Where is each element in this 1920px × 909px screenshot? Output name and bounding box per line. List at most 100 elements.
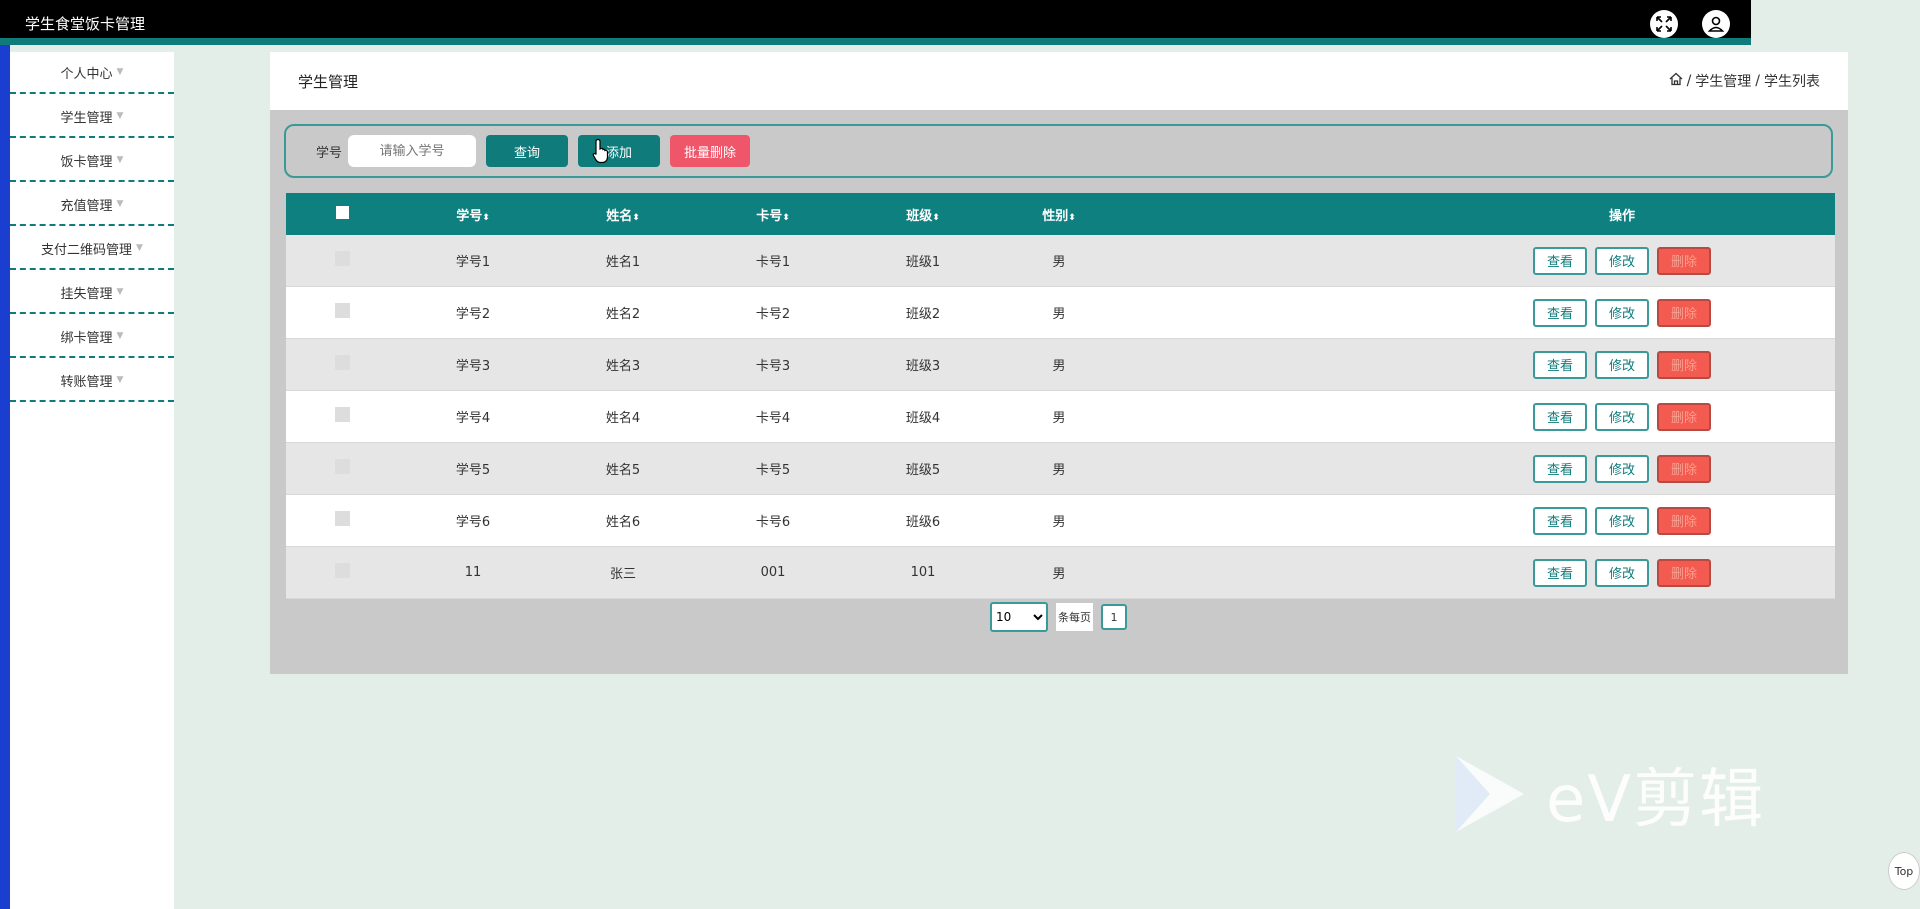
sidebar-item-card-binding-management[interactable]: 绑卡管理 ▼	[10, 316, 174, 358]
add-button[interactable]: 添加	[578, 135, 661, 167]
table-row: 学号6 姓名6 卡号6 班级6 男 查看 修改 删除	[286, 494, 1835, 547]
student-table: 学号⬍ 姓名⬍ 卡号⬍ 班级⬍ 性别⬍ 操作 学号1 姓名1 卡号1 班级1 男…	[286, 193, 1835, 599]
sidebar-item-label: 学生管理	[60, 110, 113, 126]
view-button[interactable]: 查看	[1533, 454, 1587, 483]
row-checkbox[interactable]	[334, 511, 350, 526]
cell-card: 卡号6	[698, 494, 848, 547]
view-button[interactable]: 查看	[1533, 506, 1587, 535]
breadcrumb-student-management[interactable]: 学生管理	[1695, 71, 1751, 91]
sidebar-item-qrcode-management[interactable]: 支付二维码管理 ▼	[10, 228, 174, 270]
edit-button[interactable]: 修改	[1595, 558, 1649, 587]
sidebar-item-meal-card-management[interactable]: 饭卡管理 ▼	[10, 140, 174, 182]
edit-button[interactable]: 修改	[1595, 506, 1649, 535]
sort-icon[interactable]: ⬍	[1068, 213, 1076, 223]
edit-button[interactable]: 修改	[1595, 350, 1649, 379]
delete-button[interactable]: 删除	[1657, 402, 1711, 431]
delete-button[interactable]: 删除	[1657, 454, 1711, 483]
view-button[interactable]: 查看	[1533, 558, 1587, 587]
row-checkbox-cell[interactable]	[286, 494, 398, 547]
row-checkbox[interactable]	[334, 407, 350, 422]
sidebar-item-label: 挂失管理	[60, 286, 113, 302]
row-checkbox-cell[interactable]	[286, 235, 398, 287]
cell-class: 班级4	[848, 390, 998, 443]
query-button[interactable]: 查询	[486, 135, 569, 167]
select-all-header[interactable]	[286, 193, 398, 235]
edit-button[interactable]: 修改	[1595, 298, 1649, 327]
cell-student-id: 学号1	[398, 235, 548, 287]
hand-cursor-icon	[592, 138, 612, 168]
cell-gender: 男	[998, 442, 1120, 495]
view-button[interactable]: 查看	[1533, 246, 1587, 275]
cell-class: 班级2	[848, 286, 998, 339]
delete-button[interactable]: 删除	[1657, 506, 1711, 535]
sidebar-item-label: 充值管理	[60, 198, 113, 214]
caret-down-icon: ▼	[116, 287, 124, 297]
row-checkbox[interactable]	[334, 355, 350, 370]
delete-button[interactable]: 删除	[1657, 298, 1711, 327]
col-header-gender[interactable]: 性别⬍	[998, 193, 1120, 235]
panel-header: 学生管理 / 学生管理 / 学生列表	[270, 52, 1848, 110]
sidebar-item-loss-report-management[interactable]: 挂失管理 ▼	[10, 272, 174, 314]
view-button[interactable]: 查看	[1533, 402, 1587, 431]
top-bar: 学生食堂饭卡管理	[0, 0, 1751, 45]
cell-actions: 查看 修改 删除	[1120, 235, 1835, 287]
col-header-label: 班级	[906, 208, 933, 224]
row-checkbox-cell[interactable]	[286, 546, 398, 599]
sidebar-item-transfer-management[interactable]: 转账管理 ▼	[10, 360, 174, 402]
user-icon[interactable]	[1702, 10, 1730, 38]
breadcrumb-separator: /	[1755, 73, 1760, 89]
col-header-label: 学号	[456, 208, 483, 224]
table-row: 11 张三 001 101 男 查看 修改 删除	[286, 546, 1835, 599]
sort-icon[interactable]: ⬍	[482, 213, 490, 223]
batch-delete-button[interactable]: 批量删除	[670, 135, 751, 167]
col-header-name[interactable]: 姓名⬍	[548, 193, 698, 235]
col-header-student-id[interactable]: 学号⬍	[398, 193, 548, 235]
row-checkbox-cell[interactable]	[286, 286, 398, 339]
cell-gender: 男	[998, 338, 1120, 391]
sidebar-item-student-management[interactable]: 学生管理 ▼	[10, 96, 174, 138]
sort-icon[interactable]: ⬍	[932, 213, 940, 223]
edit-button[interactable]: 修改	[1595, 402, 1649, 431]
table-row: 学号1 姓名1 卡号1 班级1 男 查看 修改 删除	[286, 235, 1835, 287]
delete-button[interactable]: 删除	[1657, 246, 1711, 275]
delete-button[interactable]: 删除	[1657, 350, 1711, 379]
home-icon[interactable]	[1669, 72, 1683, 90]
row-checkbox[interactable]	[334, 563, 350, 578]
top-bar-accent-line	[0, 38, 1751, 45]
delete-button[interactable]: 删除	[1657, 558, 1711, 587]
select-all-checkbox[interactable]	[335, 205, 349, 219]
cell-name: 姓名4	[548, 390, 698, 443]
sidebar-item-label: 饭卡管理	[60, 154, 113, 170]
sidebar-item-label: 个人中心	[60, 66, 113, 82]
col-header-card[interactable]: 卡号⬍	[698, 193, 848, 235]
sidebar: 个人中心 ▼ 学生管理 ▼ 饭卡管理 ▼ 充值管理 ▼ 支付二维码管理 ▼ 挂失管理 ▼ 绑…	[10, 52, 174, 909]
fullscreen-icon[interactable]	[1650, 10, 1678, 38]
row-checkbox[interactable]	[334, 303, 350, 318]
row-checkbox-cell[interactable]	[286, 442, 398, 495]
sidebar-item-recharge-management[interactable]: 充值管理 ▼	[10, 184, 174, 226]
breadcrumb: / 学生管理 / 学生列表	[1669, 71, 1820, 91]
breadcrumb-student-list: 学生列表	[1764, 74, 1820, 90]
scroll-to-top-button[interactable]: Top	[1888, 852, 1920, 890]
cell-actions: 查看 修改 删除	[1120, 338, 1835, 391]
sort-icon[interactable]: ⬍	[632, 213, 640, 223]
cell-student-id: 学号4	[398, 390, 548, 443]
table-row: 学号4 姓名4 卡号4 班级4 男 查看 修改 删除	[286, 390, 1835, 443]
page-number-button[interactable]: 1	[1101, 604, 1127, 630]
page-size-select[interactable]: 10	[990, 602, 1048, 632]
sidebar-item-personal-center[interactable]: 个人中心 ▼	[10, 52, 174, 94]
row-checkbox[interactable]	[334, 459, 350, 474]
row-checkbox-cell[interactable]	[286, 390, 398, 443]
row-checkbox-cell[interactable]	[286, 338, 398, 391]
edit-button[interactable]: 修改	[1595, 454, 1649, 483]
student-id-search-input[interactable]	[348, 135, 477, 167]
edit-button[interactable]: 修改	[1595, 246, 1649, 275]
sidebar-item-label: 支付二维码管理	[41, 242, 133, 258]
view-button[interactable]: 查看	[1533, 350, 1587, 379]
view-button[interactable]: 查看	[1533, 298, 1587, 327]
per-page-label: 条每页	[1056, 603, 1093, 631]
col-header-ops: 操作	[1120, 193, 1835, 235]
sort-icon[interactable]: ⬍	[782, 213, 790, 223]
row-checkbox[interactable]	[334, 251, 350, 266]
col-header-class[interactable]: 班级⬍	[848, 193, 998, 235]
